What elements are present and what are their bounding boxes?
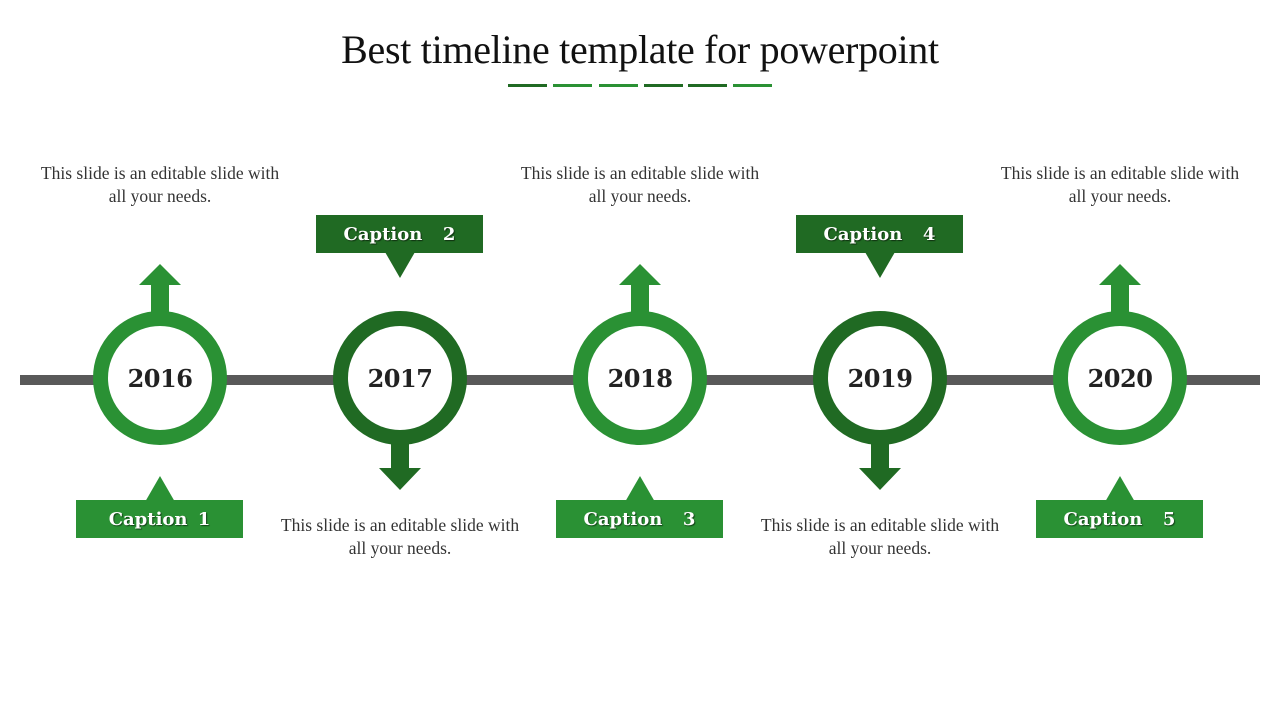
arrow-up-icon: [137, 264, 183, 314]
caption-label: Caption 5: [1063, 508, 1176, 530]
caption-box: Caption 4: [796, 215, 963, 253]
milestone-2020: This slide is an editable slide with all…: [1000, 0, 1240, 720]
year-circle: 2020: [1053, 311, 1187, 445]
year-circle: 2017: [333, 311, 467, 445]
caption-box: Caption 2: [316, 215, 483, 253]
year-circle: 2019: [813, 311, 947, 445]
milestone-2019: This slide is an editable slide with all…: [760, 0, 1000, 720]
milestone-description: This slide is an editable slide with all…: [280, 515, 520, 558]
milestone-description: This slide is an editable slide with all…: [40, 163, 280, 206]
caption-pointer-up-icon: [625, 476, 655, 502]
arrow-down-icon: [377, 440, 423, 490]
arrow-up-icon: [1097, 264, 1143, 314]
caption-pointer-down-icon: [385, 252, 415, 278]
caption-pointer-up-icon: [1105, 476, 1135, 502]
milestone-2018: This slide is an editable slide with all…: [520, 0, 760, 720]
year-label: 2019: [847, 363, 913, 393]
caption-box: Caption 3: [556, 500, 723, 538]
caption-pointer-up-icon: [145, 476, 175, 502]
caption-label: Caption 1: [108, 508, 211, 530]
milestone-description: This slide is an editable slide with all…: [520, 163, 760, 206]
milestone-description: This slide is an editable slide with all…: [760, 515, 1000, 558]
milestone-2016: This slide is an editable slide with all…: [40, 0, 280, 720]
caption-pointer-down-icon: [865, 252, 895, 278]
year-circle: 2018: [573, 311, 707, 445]
milestone-description: This slide is an editable slide with all…: [1000, 163, 1240, 206]
milestone-2017: This slide is an editable slide with all…: [280, 0, 520, 720]
year-label: 2016: [127, 363, 193, 393]
caption-box: Caption 1: [76, 500, 243, 538]
year-label: 2020: [1087, 363, 1153, 393]
year-label: 2018: [607, 363, 673, 393]
caption-label: Caption 4: [823, 223, 936, 245]
year-label: 2017: [367, 363, 433, 393]
caption-label: Caption 3: [583, 508, 696, 530]
caption-box: Caption 5: [1036, 500, 1203, 538]
arrow-down-icon: [857, 440, 903, 490]
year-circle: 2016: [93, 311, 227, 445]
arrow-up-icon: [617, 264, 663, 314]
caption-label: Caption 2: [343, 223, 456, 245]
